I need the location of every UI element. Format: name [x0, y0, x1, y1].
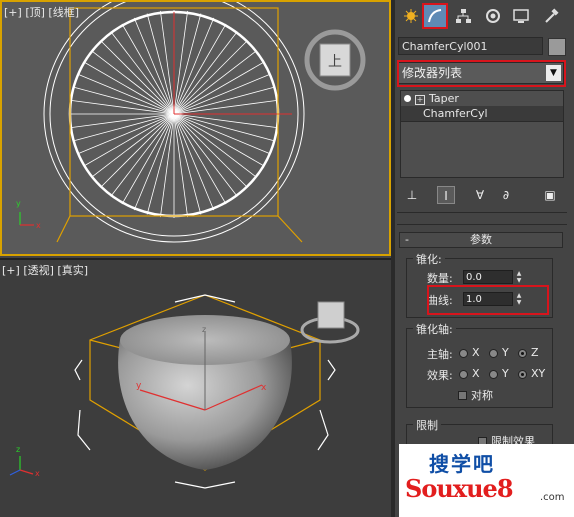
collapse-icon: - [405, 233, 409, 246]
utilities-icon [545, 8, 559, 23]
taper-axis-group-title: 锥化轴: [413, 321, 456, 337]
remove-modifier-icon[interactable]: ∂ [497, 186, 515, 204]
svg-text:x: x [36, 221, 41, 230]
taper-group-title: 锥化: [413, 251, 445, 267]
watermark-cn: 搜学吧 [429, 452, 495, 476]
watermark-com: .com [540, 492, 565, 503]
svg-text:z: z [202, 325, 206, 334]
primary-x-label: X [472, 346, 480, 359]
motion-icon [486, 9, 500, 23]
effect-xy-radio[interactable] [518, 370, 527, 379]
viewport-shading-mode[interactable]: [线框] [48, 6, 79, 19]
rollout-title: 参数 [470, 233, 492, 246]
hierarchy-icon [456, 9, 471, 23]
create-tab[interactable] [399, 4, 423, 28]
svg-text:y: y [136, 381, 142, 391]
perspective-viewport-canvas: y x z z x [9, 294, 360, 489]
effect-x-label: X [472, 367, 480, 380]
top-viewport-label: [+] [顶] [线框] [4, 4, 79, 20]
symmetry-label: 对称 [471, 389, 493, 402]
svg-text:y: y [16, 199, 21, 208]
lightbulb-icon[interactable] [404, 95, 411, 102]
display-tab[interactable] [509, 4, 533, 28]
viewport-shading-mode[interactable]: [真实] [57, 264, 88, 277]
primary-axis-label: 主轴: [427, 348, 453, 361]
show-end-result-icon[interactable]: I [437, 186, 455, 204]
primary-y-label: Y [502, 346, 509, 359]
modifier-list-highlight [397, 60, 566, 87]
watermark-en: Souxue8 [405, 474, 514, 503]
display-icon [513, 9, 529, 23]
top-viewport-canvas: y x [16, 2, 366, 243]
effect-label: 效果: [427, 369, 453, 382]
viewport-view-name[interactable]: [顶] [25, 6, 45, 19]
modifier-stack: + Taper ChamferCyl [400, 90, 564, 178]
primary-y-radio[interactable] [489, 349, 498, 358]
effect-xy-label: XY [531, 367, 546, 380]
divider [397, 224, 567, 225]
primary-z-radio[interactable] [518, 349, 527, 358]
stack-item-taper[interactable]: + Taper [401, 91, 563, 106]
perspective-viewport-label: [+] [透视] [真实] [2, 262, 88, 278]
curve-highlight [427, 285, 549, 315]
modify-tab-highlight [422, 3, 448, 29]
create-icon [404, 9, 418, 23]
stack-item-chamfercyl[interactable]: ChamferCyl [401, 106, 563, 122]
object-name-field[interactable]: ChamferCyl001 [398, 37, 543, 55]
object-color-swatch[interactable] [548, 38, 566, 56]
symmetry-checkbox[interactable] [458, 391, 467, 400]
viewport-view-name[interactable]: [透视] [23, 264, 54, 277]
amount-spinner-field[interactable]: 0.0 [463, 270, 513, 284]
watermark-logo: 搜学吧 Souxue8 .com [399, 444, 574, 517]
amount-label: 数量: [427, 272, 453, 285]
perspective-viewport[interactable]: y x z z x [+] [透视] [真实] [0, 258, 391, 517]
stack-tools: ⊥ I ∀ ∂ ▣ [403, 186, 563, 206]
primary-z-label: Z [531, 346, 539, 359]
viewport-menu-plus[interactable]: [+] [4, 6, 22, 19]
configure-sets-icon[interactable]: ▣ [541, 186, 559, 204]
hierarchy-tab[interactable] [451, 4, 475, 28]
divider [397, 212, 567, 213]
svg-text:x: x [261, 383, 267, 393]
stack-item-label: ChamferCyl [423, 107, 488, 120]
amount-spinner-arrows[interactable]: ▲ ▼ [515, 270, 523, 284]
effect-y-label: Y [502, 367, 509, 380]
limits-group-title: 限制 [413, 417, 441, 433]
command-panel: ChamferCyl001 修改器列表 ▼ + Taper ChamferCyl … [395, 0, 574, 517]
primary-x-radio[interactable] [459, 349, 468, 358]
viewport-menu-plus[interactable]: [+] [2, 264, 20, 277]
effect-x-radio[interactable] [459, 370, 468, 379]
utilities-tab[interactable] [539, 4, 563, 28]
svg-text:z: z [16, 445, 20, 454]
taper-axis-group: 锥化轴: 主轴: X Y Z 效果: X Y XY 对称 [406, 321, 553, 408]
svg-text:x: x [35, 469, 40, 478]
make-unique-icon[interactable]: ∀ [471, 186, 489, 204]
pin-stack-icon[interactable]: ⊥ [403, 186, 421, 204]
top-viewport[interactable]: y x [+] [顶] [线框] 上 [0, 0, 391, 256]
effect-y-radio[interactable] [489, 370, 498, 379]
command-panel-tabs [395, 3, 574, 30]
motion-tab[interactable] [481, 4, 505, 28]
viewcube-face-label: 上 [328, 54, 342, 70]
parameters-rollout-header[interactable]: - 参数 [399, 232, 563, 248]
stack-item-label: Taper [429, 92, 459, 105]
expand-icon[interactable]: + [415, 95, 425, 105]
